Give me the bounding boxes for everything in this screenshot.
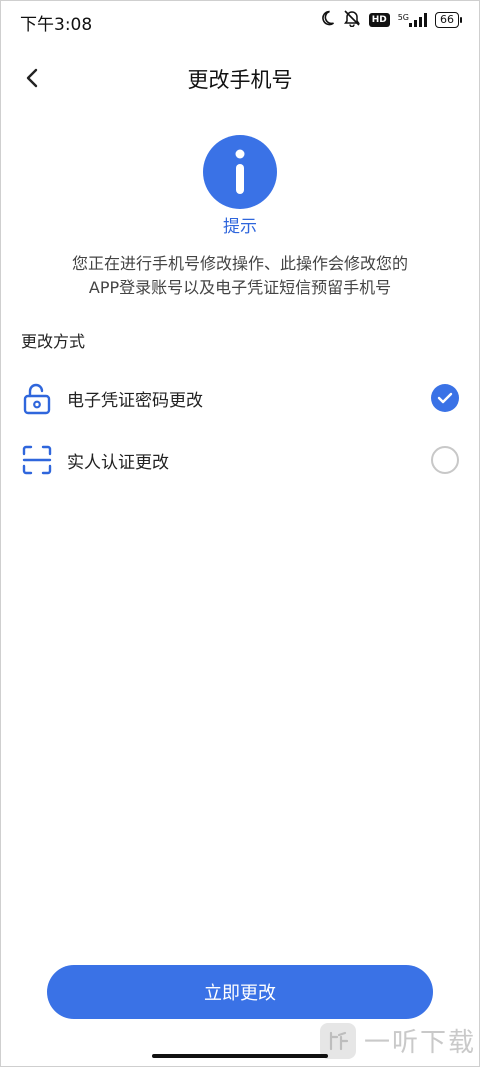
description: 您正在进行手机号修改操作、此操作会修改您的 APP登录账号以及电子凭证短信预留手… <box>30 252 450 300</box>
home-indicator[interactable] <box>152 1054 328 1058</box>
watermark: 一听下载 <box>320 1022 476 1059</box>
battery-icon: 66 <box>435 12 462 28</box>
description-line-1: 您正在进行手机号修改操作、此操作会修改您的 <box>71 254 408 273</box>
status-icons: HD 5G 66 <box>319 10 462 30</box>
unlock-icon <box>20 381 54 415</box>
status-time: 下午3:08 <box>20 15 93 35</box>
face-scan-icon <box>20 443 54 477</box>
radio-selected[interactable] <box>431 384 459 412</box>
radio-unselected[interactable] <box>431 446 459 474</box>
description-line-2: APP登录账号以及电子凭证短信预留手机号 <box>88 278 392 297</box>
option-label: 电子凭证密码更改 <box>67 391 203 411</box>
mute-icon <box>343 9 361 31</box>
battery-level: 66 <box>435 12 459 28</box>
methods-section-label: 更改方式 <box>21 332 86 351</box>
info-icon <box>203 135 277 209</box>
page-title: 更改手机号 <box>187 68 293 92</box>
watermark-text: 一听下载 <box>364 1028 477 1058</box>
tip-label: 提示 <box>223 217 257 237</box>
signal-icon: 5G <box>398 13 427 27</box>
network-type: 5G <box>397 13 409 22</box>
option-face-verify[interactable]: 实人认证更改 <box>0 432 480 486</box>
header-bar: 更改手机号 <box>0 52 480 102</box>
checkmark-icon <box>437 392 453 404</box>
moon-icon <box>319 10 335 30</box>
option-label: 实人认证更改 <box>67 453 169 473</box>
submit-button[interactable]: 立即更改 <box>47 965 433 1019</box>
status-bar: 下午3:08 HD 5G 66 <box>0 0 480 40</box>
option-password-change[interactable]: 电子凭证密码更改 <box>0 370 480 424</box>
hd-icon: HD <box>368 13 390 27</box>
